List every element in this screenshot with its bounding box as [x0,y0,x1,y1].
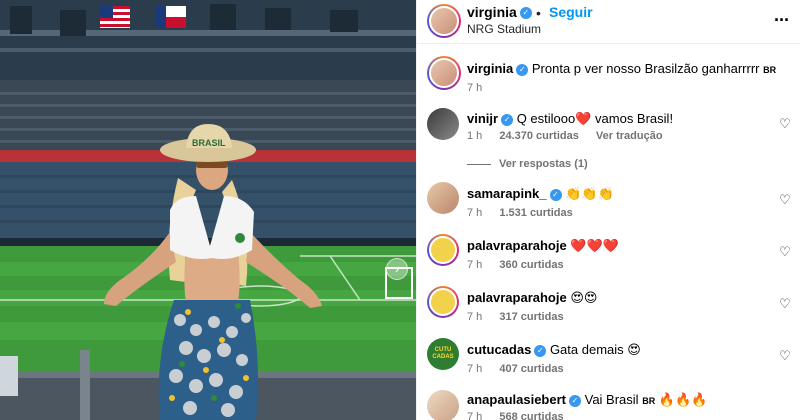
stadium-photo-illustration: BRASIL [0,0,416,420]
comment-text-line: cutucadas ✓ Gata demais 😍 [467,342,641,358]
verified-badge-icon: ✓ [569,394,581,407]
commenter-avatar[interactable]: CUTU CADAS [427,338,459,370]
verified-badge-icon: ✓ [534,344,547,357]
caption-username[interactable]: virginia [467,61,513,76]
comment-text-line: anapaulasiebert ✓ Vai Brasil BR 🔥🔥🔥 [467,392,707,409]
comment-meta: 7 h 407 curtidas [467,363,578,375]
comment-text: 😍😍 [570,290,598,305]
comment-time: 7 h [467,207,483,219]
heart-icon[interactable]: ♡ [779,244,793,259]
carousel-next-button[interactable]: › [386,258,408,280]
verified-badge-icon: ✓ [549,188,562,201]
hat-text: BRASIL [192,138,226,148]
comment-text-line: palavraparahoje 😍😍 [467,290,597,306]
comment-meta: 7 h 360 curtidas [467,259,578,271]
author-avatar[interactable] [427,4,461,38]
comment-item: CUTU CADAS cutucadas ✓ Gata demais 😍 7 h … [417,338,800,378]
comment-text: 👏👏👏 [565,186,614,201]
caption-avatar[interactable] [427,56,461,90]
comment-text: Q estilooo❤️ vamos Brasil! [516,111,674,126]
comment-text: ❤️❤️❤️ [570,238,619,253]
comment-text-line: palavraparahoje ❤️❤️❤️ [467,238,619,254]
comment-time: 7 h [467,259,483,271]
flag-br-icon: BR [763,65,777,75]
comment-item: palavraparahoje 😍😍 7 h 317 curtidas ♡ [417,286,800,326]
view-replies-link[interactable]: Ver respostas (1) [467,158,588,170]
instagram-post-view: BRASIL › virginia ✓ • Seguir NRG Stadium… [0,0,800,420]
caption: virginia ✓ Pronta p ver nosso Brasilzão g… [417,56,800,106]
location-link[interactable]: NRG Stadium [467,22,541,36]
commenter-avatar[interactable] [427,108,459,140]
comment-text-line: vinijr ✓ Q estilooo❤️ vamos Brasil! [467,111,673,127]
separator-dot: • [536,5,541,21]
author-username[interactable]: virginia ✓ [467,4,532,20]
comment-time: 1 h [467,130,483,142]
heart-icon[interactable]: ♡ [779,116,793,131]
comment-time: 7 h [467,411,483,420]
comment-likes[interactable]: 24.370 curtidas [499,130,579,142]
comment-likes[interactable]: 317 curtidas [499,311,563,323]
avatar-logo-text: CUTU CADAS [432,347,454,360]
author-name-text[interactable]: virginia [467,4,517,20]
verified-badge-icon: ✓ [516,63,529,76]
ellipsis-icon[interactable]: ··· [774,10,790,31]
chevron-right-icon: › [395,262,399,276]
follow-button[interactable]: Seguir [549,4,593,20]
comments-panel: virginia ✓ • Seguir NRG Stadium ··· virgi… [416,0,800,420]
comment-item: palavraparahoje ❤️❤️❤️ 7 h 360 curtidas … [417,234,800,274]
comment-meta: 7 h 568 curtidas [467,411,578,420]
post-photo[interactable]: BRASIL › [0,0,416,420]
caption-text-line: virginia ✓ Pronta p ver nosso Brasilzão g… [467,61,776,78]
comment-text: Vai Brasil [584,392,639,407]
verified-badge-icon: ✓ [519,7,532,20]
heart-icon[interactable]: ♡ [779,348,793,363]
comment-item: vinijr ✓ Q estilooo❤️ vamos Brasil! 1 h 2… [417,108,800,172]
replies-divider [467,163,491,165]
heart-icon[interactable]: ♡ [779,296,793,311]
comment-likes[interactable]: 568 curtidas [499,411,563,420]
commenter-avatar[interactable] [427,286,459,318]
comment-meta: 7 h 317 curtidas [467,311,578,323]
commenter-avatar[interactable] [427,390,459,420]
fire-emoji: 🔥🔥🔥 [658,392,708,407]
comment-username[interactable]: vinijr [467,111,498,126]
view-replies-text[interactable]: Ver respostas (1) [499,158,588,170]
comment-likes[interactable]: 360 curtidas [499,259,563,271]
comment-item: samarapink_ ✓ 👏👏👏 7 h 1.531 curtidas ♡ [417,182,800,222]
comment-username[interactable]: cutucadas [467,342,531,357]
comment-username[interactable]: palavraparahoje [467,238,567,253]
commenter-avatar[interactable] [427,182,459,214]
post-header: virginia ✓ • Seguir NRG Stadium ··· [417,0,800,44]
caption-text: Pronta p ver nosso Brasilzão ganharrrrr [531,61,760,76]
comment-likes[interactable]: 407 curtidas [499,363,563,375]
comment-username[interactable]: palavraparahoje [467,290,567,305]
comment-time: 7 h [467,311,483,323]
flag-br-icon: BR [642,396,656,406]
commenter-avatar[interactable] [427,234,459,266]
comment-likes[interactable]: 1.531 curtidas [499,207,572,219]
caption-meta: 7 h [467,82,496,94]
heart-icon[interactable]: ♡ [779,192,793,207]
comment-username[interactable]: samarapink_ [467,186,547,201]
comment-meta: 1 h 24.370 curtidas Ver tradução [467,130,677,142]
comment-item: anapaulasiebert ✓ Vai Brasil BR 🔥🔥🔥 7 h 5… [417,390,800,420]
comment-text: Gata demais 😍 [549,342,641,357]
comment-meta: 7 h 1.531 curtidas [467,207,587,219]
translate-link[interactable]: Ver tradução [596,130,663,142]
verified-badge-icon: ✓ [501,113,514,126]
comment-username[interactable]: anapaulasiebert [467,392,566,407]
comment-text-line: samarapink_ ✓ 👏👏👏 [467,186,614,202]
comment-time: 7 h [467,363,483,375]
caption-time: 7 h [467,82,483,94]
